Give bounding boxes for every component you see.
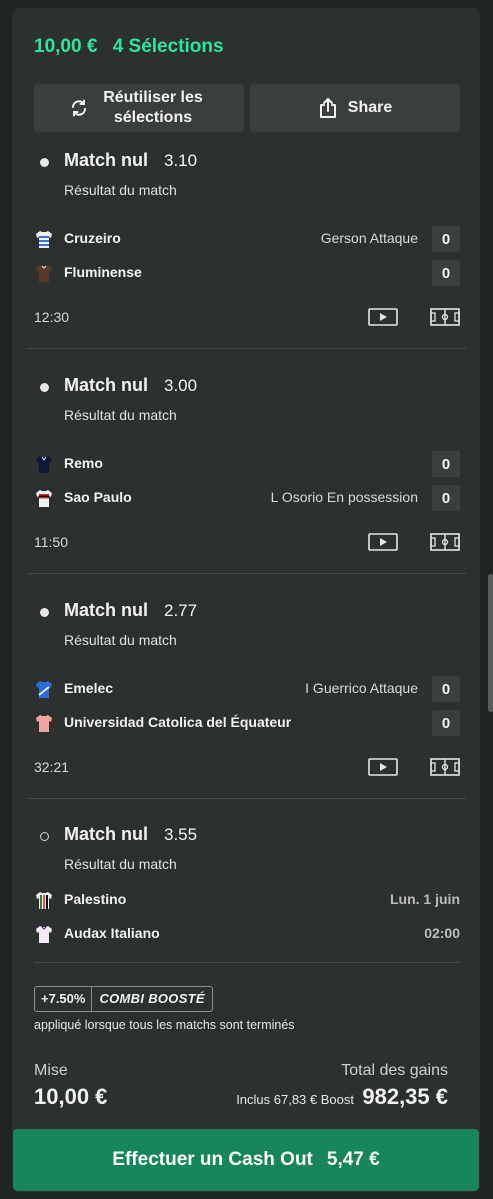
team-score: 0 — [432, 260, 460, 286]
team-row: Remo 0 — [34, 451, 460, 477]
combi-boost-badge: +7.50% COMBI BOOSTÉ — [34, 986, 213, 1012]
total-gains-label: Total des gains — [341, 1062, 448, 1079]
selection-status-dot — [40, 832, 49, 841]
scrollbar[interactable] — [488, 574, 493, 712]
team-row: Audax Italiano 02:00 — [34, 921, 460, 947]
stake-label: Mise — [34, 1062, 68, 1079]
pick-label: Match nul — [64, 600, 148, 620]
divider — [28, 348, 466, 349]
team-score: 0 — [432, 676, 460, 702]
team-name: Emelec — [64, 680, 114, 696]
stake-value: 10,00 € — [34, 1084, 108, 1109]
live-action: Gerson Attaque — [320, 230, 418, 246]
universidad-catolica-shirt-icon — [36, 715, 52, 732]
cashout-label: Effectuer un Cash Out — [112, 1149, 313, 1170]
betslip-card: 10,00 € 4 Sélections Réutiliser les séle… — [12, 8, 480, 1192]
team-score: 0 — [432, 451, 460, 477]
live-stream-icon[interactable] — [368, 307, 398, 327]
betslip-header: 10,00 € 4 Sélections — [34, 36, 224, 58]
match-tracker-icon[interactable] — [430, 307, 460, 327]
selection-market: Résultat du match — [64, 632, 177, 648]
sao-paulo-shirt-icon — [36, 490, 52, 507]
team-row: Sao Paulo L Osorio En possession 0 — [34, 485, 460, 511]
cashout-button[interactable]: Effectuer un Cash Out 5,47 € — [13, 1129, 479, 1191]
team-name: Audax Italiano — [64, 925, 160, 941]
pick-label: Match nul — [64, 375, 148, 395]
boost-note: appliqué lorsque tous les matchs sont te… — [34, 1018, 295, 1032]
divider — [28, 573, 466, 574]
team-score: 0 — [432, 226, 460, 252]
match-clock: 32:21 — [34, 759, 70, 775]
share-icon — [318, 97, 338, 119]
selection-pick: Match nul — [64, 375, 148, 396]
total-gains-value: 982,35 € — [362, 1084, 448, 1109]
live-stream-icon[interactable] — [368, 757, 398, 777]
action-buttons: Réutiliser les sélections Share — [34, 84, 460, 132]
selection-odds: 3.55 — [164, 825, 198, 844]
selection-pick: Match nul — [64, 150, 148, 171]
selection-odds: 2.77 — [164, 601, 198, 620]
boost-label: COMBI BOOSTÉ — [99, 991, 205, 1006]
selection-pick: Match nul — [64, 824, 148, 845]
selection-market: Résultat du match — [64, 407, 177, 423]
reuse-selections-label: Réutiliser les sélections — [103, 89, 203, 126]
team-row: Fluminense 0 — [34, 260, 460, 286]
match-tracker-icon[interactable] — [430, 532, 460, 552]
team-score: 0 — [432, 485, 460, 511]
cashout-amount: 5,47 € — [326, 1149, 380, 1170]
match-clock: 11:50 — [34, 534, 68, 550]
divider — [34, 962, 460, 963]
team-name: Cruzeiro — [64, 230, 121, 246]
match-clock: 12:30 — [34, 309, 70, 325]
pick-label: Match nul — [64, 150, 148, 170]
cruzeiro-shirt-icon — [36, 231, 52, 248]
selection-odds: 3.00 — [164, 376, 198, 395]
share-button[interactable]: Share — [250, 84, 460, 132]
boost-percent: +7.50% — [35, 987, 93, 1011]
selection-odds: 3.10 — [164, 151, 198, 170]
selection-market: Résultat du match — [64, 856, 177, 872]
selection-market: Résultat du match — [64, 182, 177, 198]
live-action: L Osorio En possession — [270, 489, 418, 505]
header-stake: 10,00 € — [34, 36, 98, 57]
divider — [28, 798, 466, 799]
fluminense-shirt-icon — [36, 265, 52, 282]
match-tracker-icon[interactable] — [430, 757, 460, 777]
emelec-shirt-icon — [36, 681, 52, 698]
header-selections-count: 4 Sélections — [112, 36, 224, 57]
team-row: Universidad Catolica del Équateur 0 — [34, 710, 460, 736]
live-action: I Guerrico Attaque — [305, 680, 418, 696]
boost-included: Inclus 67,83 € Boost — [236, 1092, 354, 1107]
reuse-selections-button[interactable]: Réutiliser les sélections — [34, 84, 244, 132]
live-stream-icon[interactable] — [368, 532, 398, 552]
match-time: 02:00 — [424, 925, 460, 941]
audax-italiano-shirt-icon — [36, 926, 52, 943]
team-score: 0 — [432, 710, 460, 736]
team-name: Sao Paulo — [64, 489, 132, 505]
team-name: Remo — [64, 455, 103, 471]
selection-status-dot — [40, 158, 49, 167]
match-date: Lun. 1 juin — [390, 891, 460, 907]
team-row: Cruzeiro Gerson Attaque 0 — [34, 226, 460, 252]
selection-status-dot — [40, 608, 49, 617]
remo-shirt-icon — [36, 456, 52, 473]
team-name: Palestino — [64, 891, 127, 907]
team-row: Emelec I Guerrico Attaque 0 — [34, 676, 460, 702]
team-row: Palestino Lun. 1 juin — [34, 887, 460, 913]
team-name: Fluminense — [64, 264, 142, 280]
pick-label: Match nul — [64, 824, 148, 844]
palestino-shirt-icon — [36, 892, 52, 909]
selection-status-dot — [40, 383, 49, 392]
refresh-icon — [70, 99, 88, 117]
share-label: Share — [347, 99, 393, 116]
selection-pick: Match nul — [64, 600, 148, 621]
team-name: Universidad Catolica del Équateur — [64, 714, 292, 730]
